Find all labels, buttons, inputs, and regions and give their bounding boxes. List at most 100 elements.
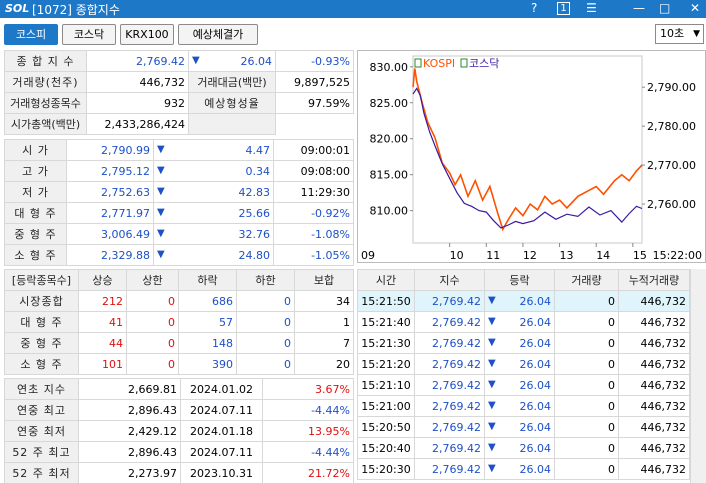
ohlc-extra: -1.05% (273, 244, 354, 266)
amount-value: 9,897,525 (275, 71, 354, 93)
tick-row[interactable]: 15:21:40 2,769.42 ▼ 26.04 0 446,732 (357, 311, 690, 333)
tick-time: 15:21:10 (357, 374, 415, 396)
right-tick-label: 2,770.00 (647, 159, 696, 172)
tick-change-value: 26.04 (519, 378, 552, 392)
ohlc-change-value: 4.47 (245, 143, 271, 157)
app-logo: SOL (5, 2, 30, 15)
market-cap-value: 2,433,286,424 (86, 113, 189, 135)
help-icon[interactable]: ? (531, 1, 537, 15)
tick-index: 2,769.42 (414, 311, 485, 333)
index-change-value: 26.04 (240, 54, 273, 68)
x-tick-label: 15:22:00 (653, 249, 702, 262)
ohlc-change-value: 25.66 (238, 206, 271, 220)
breadth-flat: 7 (294, 332, 354, 354)
ohlc-row: 대 형 주 2,771.97 ▼ 25.66 -0.92% (4, 202, 354, 224)
breadth-header: 하락 (178, 269, 237, 291)
ohlc-label: 고 가 (4, 160, 67, 182)
breadth-row: 중 형 주 44 0 148 0 7 (4, 332, 354, 354)
breadth-flat: 34 (294, 290, 354, 312)
breadth-upper: 0 (126, 353, 179, 375)
ohlc-label: 저 가 (4, 181, 67, 203)
market-cap-label: 시가총액(백만) (4, 113, 87, 135)
tick-row[interactable]: 15:20:30 2,769.42 ▼ 26.04 0 446,732 (357, 458, 690, 480)
maximize-icon[interactable]: □ (659, 1, 670, 15)
tick-row[interactable]: 15:21:30 2,769.42 ▼ 26.04 0 446,732 (357, 332, 690, 354)
ohlc-extra: 09:00:01 (273, 139, 354, 161)
breadth-header-row: [등락종목수] 상승 상한 하락 하한 보합 (4, 269, 354, 291)
tab-kospi[interactable]: 코스피 (4, 24, 58, 45)
screen-number-icon[interactable]: 1 (557, 2, 570, 15)
title-bar: SOL [1072] 종합지수 ? 1 ☰ — □ ✕ (0, 0, 706, 18)
index-value: 2,769.42 (86, 50, 189, 72)
ohlc-label: 중 형 주 (4, 223, 67, 245)
tick-row[interactable]: 15:20:50 2,769.42 ▼ 26.04 0 446,732 (357, 416, 690, 438)
yearly-date: 2024.07.11 (180, 441, 263, 463)
ohlc-change-value: 32.76 (238, 227, 271, 241)
tick-change-value: 26.04 (519, 420, 552, 434)
tick-header: 지수 (414, 269, 485, 291)
index-chart[interactable]: 830.00 825.00 820.00 815.00 810.00 2,790.00 2,… (357, 50, 706, 263)
left-tick-label: 810.00 (370, 205, 409, 218)
tick-change-value: 26.04 (519, 336, 552, 350)
yearly-row: 연중 최저 2,429.12 2024.01.18 13.95% (4, 420, 354, 442)
index-change: ▼ 26.04 (188, 50, 276, 72)
yearly-date: 2024.07.11 (180, 399, 263, 421)
breadth-header: 상승 (78, 269, 127, 291)
tick-row[interactable]: 15:20:40 2,769.42 ▼ 26.04 0 446,732 (357, 437, 690, 459)
tick-time: 15:20:50 (357, 416, 415, 438)
legend-kosdaq-icon (460, 58, 468, 68)
yearly-row: 52 주 최저 2,273.97 2023.10.31 21.72% (4, 462, 354, 483)
tick-change-value: 26.04 (519, 399, 552, 413)
tick-index: 2,769.42 (414, 332, 485, 354)
ohlc-change: ▼ 0.34 (153, 160, 274, 182)
tick-time: 15:21:50 (357, 290, 415, 312)
tab-kosdaq[interactable]: 코스닥 (62, 24, 116, 45)
tick-row[interactable]: 15:21:10 2,769.42 ▼ 26.04 0 446,732 (357, 374, 690, 396)
ohlc-change-value: 42.83 (238, 185, 271, 199)
tick-time: 15:21:30 (357, 332, 415, 354)
tick-table-scrollbar[interactable] (690, 269, 706, 483)
tick-row[interactable]: 15:21:20 2,769.42 ▼ 26.04 0 446,732 (357, 353, 690, 375)
plot-area (412, 55, 643, 244)
tick-time: 15:21:00 (357, 395, 415, 417)
ohlc-change-value: 0.34 (245, 164, 271, 178)
close-icon[interactable]: ✕ (690, 1, 700, 15)
traded-count-label: 거래형성종목수 (4, 92, 87, 114)
summary-row-index: 종 합 지 수 2,769.42 ▼ 26.04 -0.93% (4, 50, 354, 72)
tick-change: ▼ 26.04 (484, 458, 555, 480)
tab-expected-price[interactable]: 예상체결가 (178, 24, 258, 45)
breadth-row: 시장종합 212 0 686 0 34 (4, 290, 354, 312)
tick-row[interactable]: 15:21:00 2,769.42 ▼ 26.04 0 446,732 (357, 395, 690, 417)
tick-index: 2,769.42 (414, 395, 485, 417)
minimize-icon[interactable]: — (633, 1, 645, 15)
tick-change-value: 26.04 (519, 441, 552, 455)
breadth-up: 212 (78, 290, 127, 312)
tick-cum-volume: 446,732 (618, 437, 690, 459)
left-tick-label: 830.00 (370, 61, 409, 74)
summary-table: 종 합 지 수 2,769.42 ▼ 26.04 -0.93% 거래량(천주) 4… (4, 50, 354, 135)
tick-header: 거래량 (554, 269, 619, 291)
ohlc-label: 소 형 주 (4, 244, 67, 266)
tick-row[interactable]: 15:21:50 2,769.42 ▼ 26.04 0 446,732 (357, 290, 690, 312)
tick-header: 누적거래량 (618, 269, 690, 291)
tick-change-value: 26.04 (519, 462, 552, 476)
interval-select[interactable]: 10초 ▼ (655, 24, 704, 44)
tick-header-row: 시간 지수 등락 거래량 누적거래량 (357, 269, 690, 291)
yearly-label: 연중 최고 (4, 399, 79, 421)
breadth-down: 57 (178, 311, 237, 333)
left-tick-label: 820.00 (370, 133, 409, 146)
menu-icon[interactable]: ☰ (586, 1, 597, 15)
down-arrow-icon: ▼ (192, 54, 200, 66)
tick-change-value: 26.04 (519, 357, 552, 371)
down-arrow-icon: ▼ (157, 185, 165, 197)
tick-change: ▼ 26.04 (484, 395, 555, 417)
ohlc-extra: -1.08% (273, 223, 354, 245)
tab-krx100[interactable]: KRX100 (120, 24, 174, 45)
tick-cum-volume: 446,732 (618, 353, 690, 375)
empty-cell (188, 113, 276, 135)
down-arrow-icon: ▼ (488, 336, 496, 348)
ohlc-value: 2,795.12 (66, 160, 154, 182)
tick-time: 15:20:30 (357, 458, 415, 480)
yearly-row: 연중 최고 2,896.43 2024.07.11 -4.44% (4, 399, 354, 421)
tick-change: ▼ 26.04 (484, 332, 555, 354)
